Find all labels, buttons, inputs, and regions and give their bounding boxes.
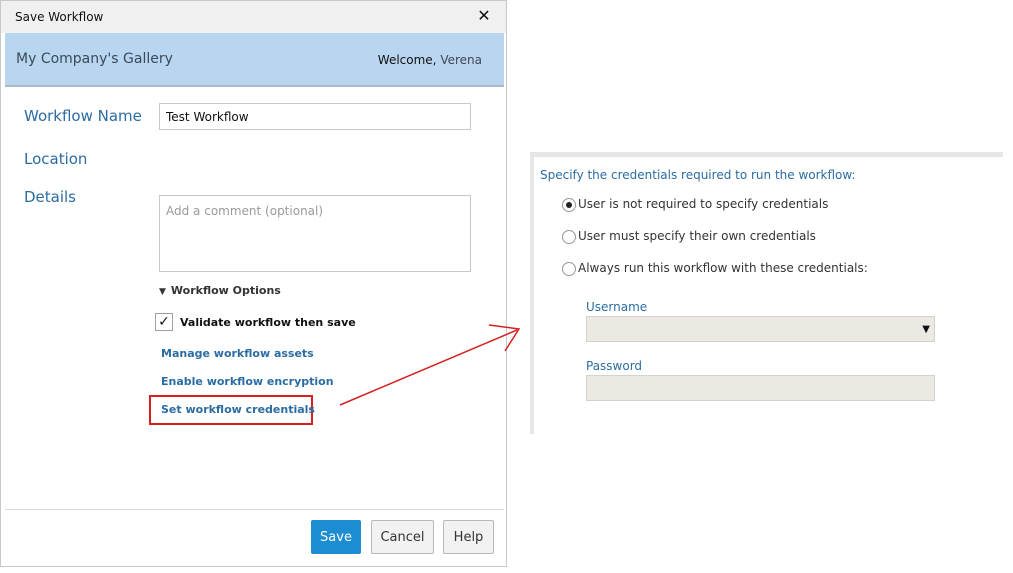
comment-textarea[interactable] — [159, 195, 471, 272]
dialog-footer: Save Cancel Help — [5, 509, 504, 567]
details-label: Details — [24, 188, 77, 206]
dialog-titlebar: Save Workflow ✕ — [1, 1, 506, 33]
credentials-heading: Specify the credentials required to run … — [540, 168, 856, 182]
workflow-name-input[interactable] — [159, 103, 471, 130]
dropdown-arrow-icon[interactable]: ▼ — [922, 324, 930, 335]
radio-label: Always run this workflow with these cred… — [578, 261, 868, 275]
gallery-name: My Company's Gallery — [16, 51, 173, 67]
radio-button[interactable] — [562, 262, 576, 276]
set-credentials-link[interactable]: Set workflow credentials — [161, 403, 315, 416]
password-label: Password — [586, 359, 643, 373]
cancel-button[interactable]: Cancel — [371, 520, 434, 554]
username-label: Username — [586, 300, 648, 314]
save-button[interactable]: Save — [311, 520, 361, 554]
password-field[interactable] — [586, 375, 935, 401]
radio-button[interactable] — [562, 198, 576, 212]
help-button[interactable]: Help — [443, 520, 494, 554]
radio-button[interactable] — [562, 230, 576, 244]
location-label: Location — [24, 150, 88, 168]
close-icon[interactable]: ✕ — [474, 6, 494, 26]
workflow-name-label: Workflow Name — [24, 107, 142, 125]
dialog-title: Save Workflow — [15, 10, 104, 24]
validate-checkbox[interactable]: ✓ — [155, 313, 173, 331]
workflow-options-toggle[interactable]: ▼ Workflow Options — [159, 284, 281, 297]
checkmark-icon: ✓ — [158, 314, 170, 330]
dialog-body: Workflow Name Location Details ▼ Workflow… — [5, 89, 504, 509]
radio-label: User must specify their own credentials — [578, 229, 816, 243]
credentials-panel: Specify the credentials required to run … — [530, 152, 1003, 434]
save-workflow-dialog: Save Workflow ✕ My Company's Gallery Wel… — [0, 0, 507, 567]
triangle-down-icon: ▼ — [159, 287, 166, 297]
welcome-label: Welcome, — [377, 53, 437, 67]
validate-label: Validate workflow then save — [180, 316, 356, 329]
username-select[interactable]: ▼ — [586, 316, 935, 342]
welcome-text: Welcome, Verena — [378, 53, 482, 67]
manage-assets-link[interactable]: Manage workflow assets — [161, 347, 314, 360]
enable-encryption-link[interactable]: Enable workflow encryption — [161, 375, 334, 388]
workflow-options-label: Workflow Options — [170, 284, 281, 297]
gallery-banner: My Company's Gallery Welcome, Verena — [5, 33, 504, 87]
user-name: Verena — [440, 53, 482, 67]
radio-label: User is not required to specify credenti… — [578, 197, 829, 211]
